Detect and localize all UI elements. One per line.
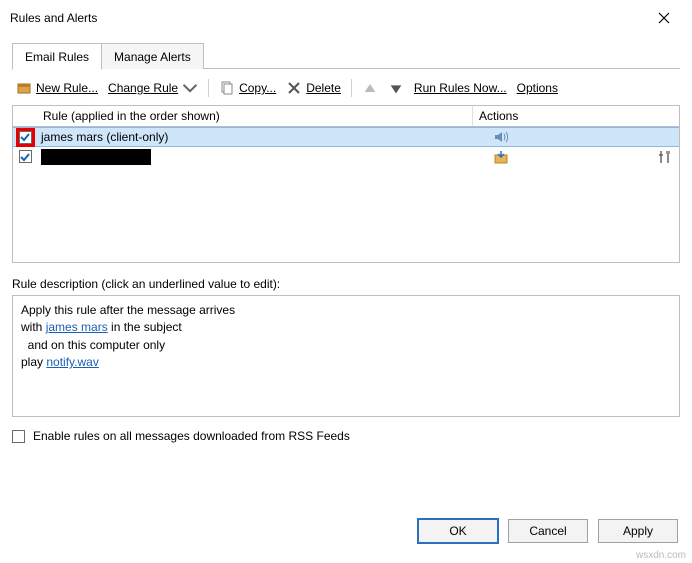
- options-button[interactable]: Options: [517, 81, 558, 95]
- move-to-folder-icon: [493, 149, 509, 165]
- desc-line: with james mars in the subject: [21, 319, 671, 336]
- change-rule-button[interactable]: Change Rule: [108, 80, 198, 96]
- dialog-buttons: OK Cancel Apply: [418, 519, 678, 543]
- desc-line: Apply this rule after the message arrive…: [21, 302, 671, 319]
- desc-link-subject[interactable]: james mars: [46, 320, 108, 334]
- delete-icon: [286, 80, 302, 96]
- rss-checkbox[interactable]: [12, 430, 25, 443]
- rules-body[interactable]: james mars (client-only): [13, 127, 679, 262]
- copy-button[interactable]: Copy...: [219, 80, 276, 96]
- rules-list: Rule (applied in the order shown) Action…: [12, 105, 680, 263]
- copy-icon: [219, 80, 235, 96]
- rule-row[interactable]: [13, 147, 679, 167]
- rule-checkbox[interactable]: [19, 150, 32, 163]
- rule-row[interactable]: james mars (client-only): [13, 127, 679, 147]
- rules-header: Rule (applied in the order shown) Action…: [13, 106, 679, 127]
- desc-line: and on this computer only: [21, 337, 671, 354]
- column-header-actions[interactable]: Actions: [473, 106, 679, 126]
- new-rule-button[interactable]: New Rule...: [16, 80, 98, 96]
- title-bar: Rules and Alerts: [0, 0, 692, 36]
- ok-button[interactable]: OK: [418, 519, 498, 543]
- triangle-up-icon: [362, 80, 378, 96]
- apply-button[interactable]: Apply: [598, 519, 678, 543]
- tab-manage-alerts[interactable]: Manage Alerts: [101, 43, 204, 69]
- watermark: wsxdn.com: [636, 550, 686, 561]
- description-label: Rule description (click an underlined va…: [12, 277, 680, 291]
- rss-option[interactable]: Enable rules on all messages downloaded …: [12, 429, 680, 443]
- rule-checkbox[interactable]: [19, 131, 32, 144]
- redacted-rule-name: [41, 149, 151, 165]
- desc-line: play notify.wav: [21, 354, 671, 371]
- move-down-button[interactable]: [388, 80, 404, 96]
- close-button[interactable]: [644, 6, 684, 30]
- rule-name: james mars (client-only): [41, 130, 168, 144]
- tab-email-rules[interactable]: Email Rules: [12, 43, 102, 70]
- delete-button[interactable]: Delete: [286, 80, 341, 96]
- separator: [351, 79, 352, 97]
- check-icon: [20, 132, 30, 142]
- close-icon: [658, 12, 670, 24]
- check-icon: [20, 152, 30, 162]
- separator: [208, 79, 209, 97]
- run-rules-button[interactable]: Run Rules Now...: [414, 81, 507, 95]
- toolbar: New Rule... Change Rule Copy... Delete R…: [12, 75, 680, 105]
- window-title: Rules and Alerts: [10, 11, 97, 25]
- column-header-rule[interactable]: Rule (applied in the order shown): [37, 106, 473, 126]
- tools-icon: [657, 149, 673, 165]
- sound-icon: [493, 129, 509, 145]
- desc-link-sound[interactable]: notify.wav: [46, 355, 98, 369]
- description-box: Apply this rule after the message arrive…: [12, 295, 680, 417]
- tab-strip: Email Rules Manage Alerts: [12, 42, 680, 69]
- rss-label: Enable rules on all messages downloaded …: [33, 429, 350, 443]
- triangle-down-icon: [388, 80, 404, 96]
- cancel-button[interactable]: Cancel: [508, 519, 588, 543]
- move-up-button[interactable]: [362, 80, 378, 96]
- dropdown-icon: [182, 80, 198, 96]
- new-rule-icon: [16, 80, 32, 96]
- highlighted-checkbox: [16, 128, 35, 147]
